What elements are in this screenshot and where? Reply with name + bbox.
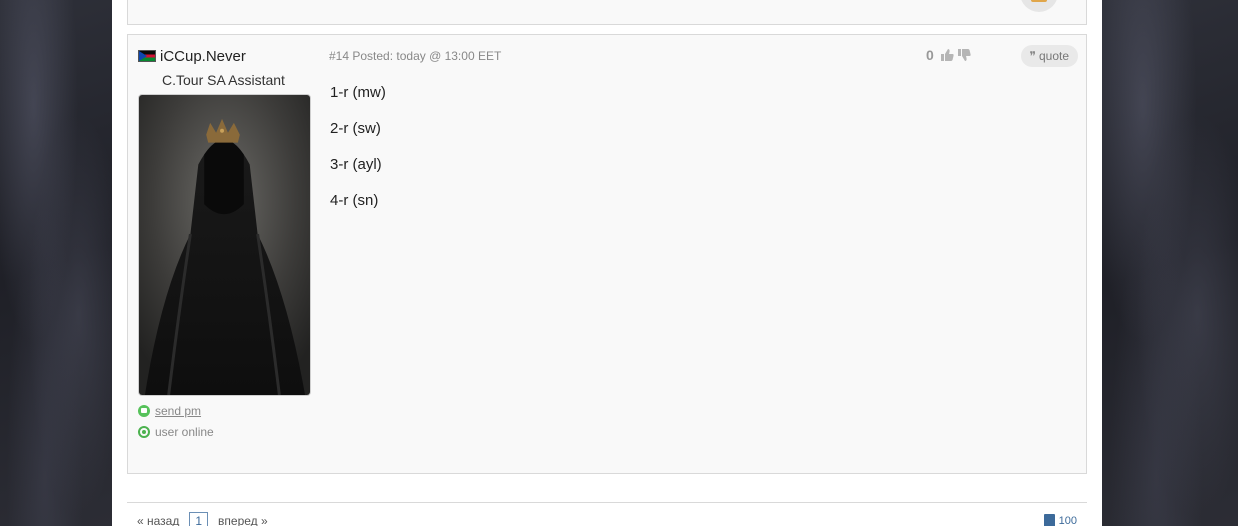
pagination: « назад 1 вперед » <box>137 512 268 526</box>
forum-post: iCCup.Never C.Tour SA Assistant send pm … <box>127 34 1087 474</box>
post-body: 1-r (mw) 2-r (sw) 3-r (ayl) 4-r (sn) <box>330 85 386 229</box>
thumbs-down-icon[interactable] <box>956 47 972 63</box>
content-container: iCCup.Never C.Tour SA Assistant send pm … <box>112 0 1102 526</box>
post-author: iCCup.Never C.Tour SA Assistant send pm … <box>138 47 313 439</box>
online-status: user online <box>138 425 313 439</box>
online-status-icon <box>138 426 150 438</box>
post-line: 2-r (sw) <box>330 120 381 137</box>
next-page-link[interactable]: вперед » <box>218 514 268 526</box>
divider <box>127 502 1087 503</box>
send-pm-label[interactable]: send pm <box>155 404 201 418</box>
background-right <box>1102 0 1238 526</box>
author-line: iCCup.Never <box>138 47 313 65</box>
previous-post-badge-icon <box>1020 0 1058 12</box>
rating-value: 0 <box>926 47 934 63</box>
thumbs-up-icon[interactable] <box>939 47 955 63</box>
mail-icon <box>138 405 150 417</box>
hooded-figure-image <box>139 95 310 395</box>
author-avatar <box>138 94 311 396</box>
post-line: 4-r (sn) <box>330 192 379 209</box>
quote-label: quote <box>1038 49 1069 63</box>
current-page[interactable]: 1 <box>189 512 209 526</box>
calculator-icon <box>1043 514 1055 526</box>
author-username[interactable]: iCCup.Never <box>160 48 246 65</box>
previous-post <box>127 0 1087 25</box>
post-rating: 0 <box>926 47 972 63</box>
author-title: C.Tour SA Assistant <box>162 72 285 88</box>
background-left <box>0 0 112 526</box>
quote-icon: ❞ <box>1029 49 1036 63</box>
quote-button[interactable]: ❞ quote <box>1020 45 1078 67</box>
post-meta: #14 Posted: today @ 13:00 EET <box>329 49 502 63</box>
online-status-label: user online <box>155 425 214 439</box>
post-line: 3-r (ayl) <box>330 156 382 173</box>
posts-per-page-value[interactable]: 100 <box>1059 515 1077 526</box>
post-line: 1-r (mw) <box>330 84 386 101</box>
country-flag-icon <box>138 50 156 62</box>
send-pm-link[interactable]: send pm <box>138 404 313 418</box>
posts-per-page[interactable]: 100 <box>1043 514 1077 526</box>
prev-page-link[interactable]: « назад <box>137 514 179 526</box>
